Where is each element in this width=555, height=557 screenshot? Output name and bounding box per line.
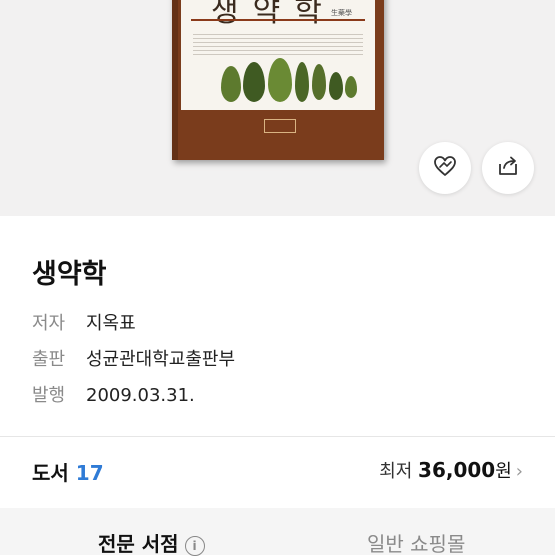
cover-text-block (193, 34, 363, 56)
price-summary-row[interactable]: 도서 17 최저 36,000원 › (0, 437, 555, 503)
book-count-value: 17 (75, 461, 104, 485)
price-value: 36,000 (418, 458, 496, 482)
author-row: 저자 지옥표 (32, 309, 136, 335)
price-unit: 원 (495, 461, 512, 482)
share-icon (496, 154, 520, 182)
cover-spine (172, 0, 178, 160)
tab-general-mall[interactable]: 일반 쇼핑몰 (367, 528, 465, 557)
date-row: 발행 2009.03.31. (32, 381, 195, 407)
share-button[interactable] (482, 142, 534, 194)
product-image-area: 생약학 生藥學 (0, 0, 555, 216)
tab-specialty-label: 전문 서점 (98, 532, 179, 556)
cover-publisher-mark (264, 119, 296, 133)
cover-rule (191, 19, 365, 21)
heart-icon (433, 155, 457, 181)
publisher-row: 출판 성균관대학교출판부 (32, 345, 235, 371)
book-title: 생약학 (32, 259, 107, 290)
book-cover: 생약학 生藥學 (172, 0, 384, 160)
chevron-right-icon: › (515, 461, 523, 482)
date-value: 2009.03.31. (86, 385, 195, 406)
publisher-label: 출판 (32, 349, 66, 370)
info-icon[interactable]: i (184, 535, 205, 556)
book-count: 도서 17 (32, 457, 104, 486)
publisher-value: 성균관대학교출판부 (86, 349, 236, 370)
date-label: 발행 (32, 385, 66, 406)
author-value: 지옥표 (86, 313, 136, 334)
cover-panel: 생약학 生藥學 (181, 0, 375, 110)
lowest-price: 최저 36,000원 › (379, 457, 523, 483)
like-button[interactable] (419, 142, 471, 194)
book-count-label: 도서 (32, 461, 69, 485)
leaves-illustration (221, 58, 357, 106)
author-label: 저자 (32, 313, 66, 334)
price-prefix: 최저 (379, 461, 413, 482)
store-tabs: 전문 서점 i 일반 쇼핑몰 (0, 508, 555, 557)
cover-subtitle: 生藥學 (331, 9, 352, 17)
tab-specialty-store[interactable]: 전문 서점 i (98, 528, 205, 557)
cover-title: 생약학 (211, 0, 336, 29)
